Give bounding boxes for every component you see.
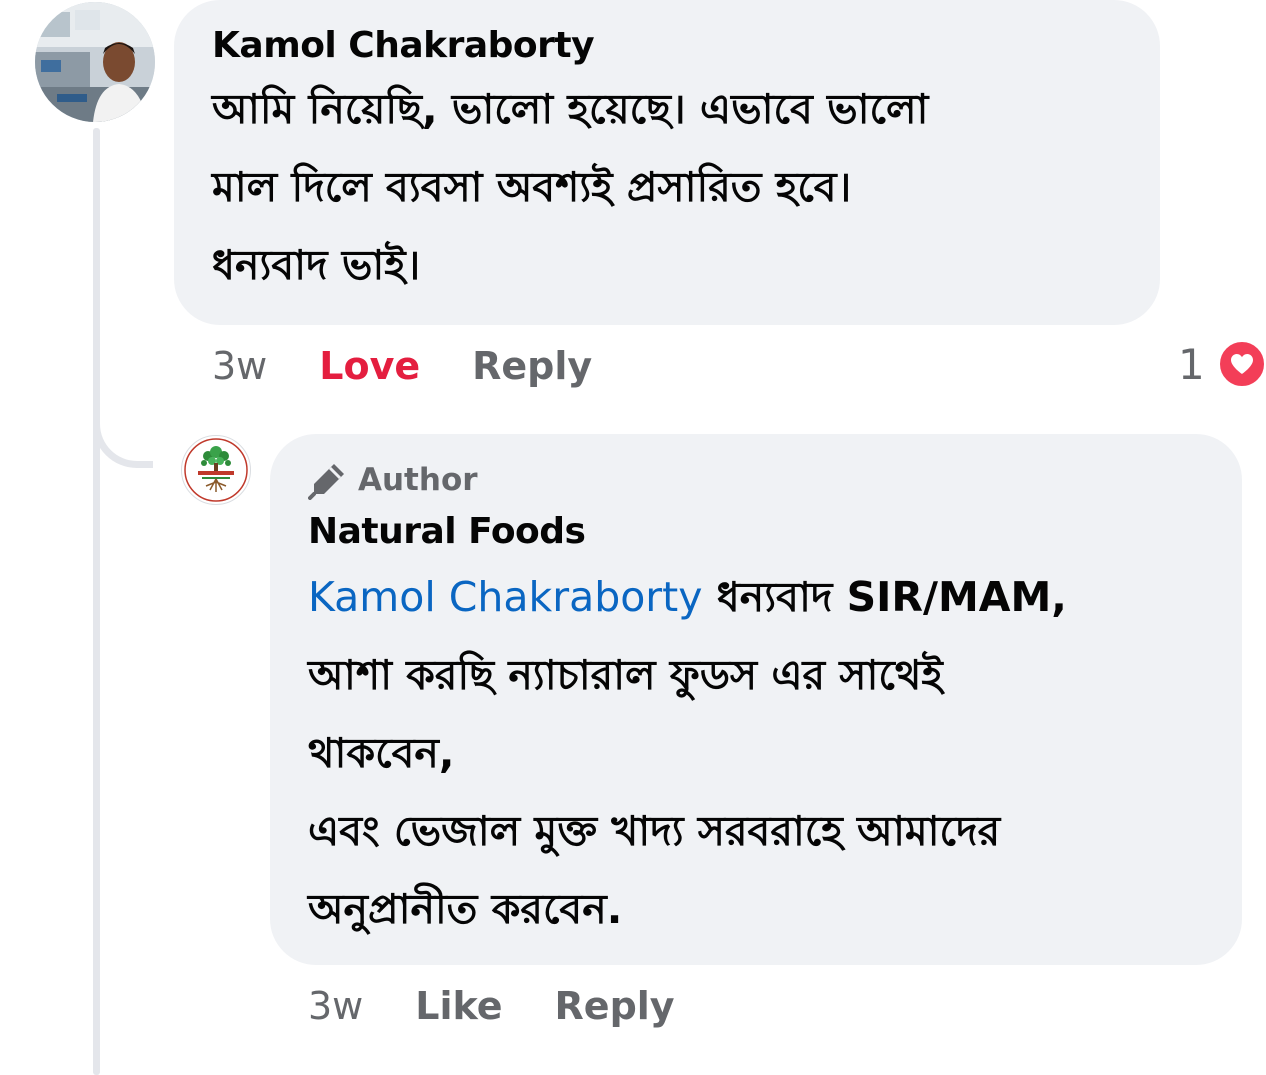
author-badge-label: Author [358, 462, 478, 498]
comment-bubble: Kamol Chakraborty আমি নিয়েছি, ভালো হয়ে… [174, 0, 1160, 325]
comment-actions: 3w Love Reply [212, 340, 592, 392]
reaction-summary[interactable]: 1 [1178, 337, 1266, 391]
page-logo-avatar[interactable] [181, 435, 251, 505]
reply-author-name[interactable]: Natural Foods [308, 510, 1212, 554]
author-badge: Author [308, 460, 1212, 500]
reply-bubble: Author Natural Foods Kamol Chakraborty ধ… [270, 434, 1242, 965]
reply-text: Kamol Chakraborty ধন্যবাদ SIR/MAM, আশা ক… [308, 558, 1212, 948]
reply-connector-curve [93, 380, 153, 468]
comment-text: আমি নিয়েছি, ভালো হয়েছে। এভাবে ভালো মাল… [212, 85, 929, 289]
reply-actions: 3w Like Reply [308, 980, 675, 1032]
mention-link[interactable]: Kamol Chakraborty [308, 573, 703, 621]
like-button[interactable]: Like [415, 984, 502, 1028]
comment-timestamp[interactable]: 3w [212, 344, 267, 388]
thread-connector-line [93, 128, 100, 1075]
comment-author-name[interactable]: Kamol Chakraborty [212, 24, 1124, 68]
heart-icon [1216, 339, 1266, 389]
pencil-icon [308, 464, 344, 500]
reply-text-first-line: ধন্যবাদ SIR/MAM, [702, 573, 1067, 621]
reply-reply-button[interactable]: Reply [555, 984, 675, 1028]
love-button[interactable]: Love [319, 344, 420, 388]
reply-button[interactable]: Reply [472, 344, 592, 388]
reaction-count: 1 [1178, 339, 1205, 389]
reply-text-body: আশা করছি ন্যাচারাল ফুডস এর সাথেই থাকবেন,… [308, 651, 1001, 933]
commenter-avatar[interactable] [35, 2, 155, 122]
reply-timestamp[interactable]: 3w [308, 984, 363, 1028]
